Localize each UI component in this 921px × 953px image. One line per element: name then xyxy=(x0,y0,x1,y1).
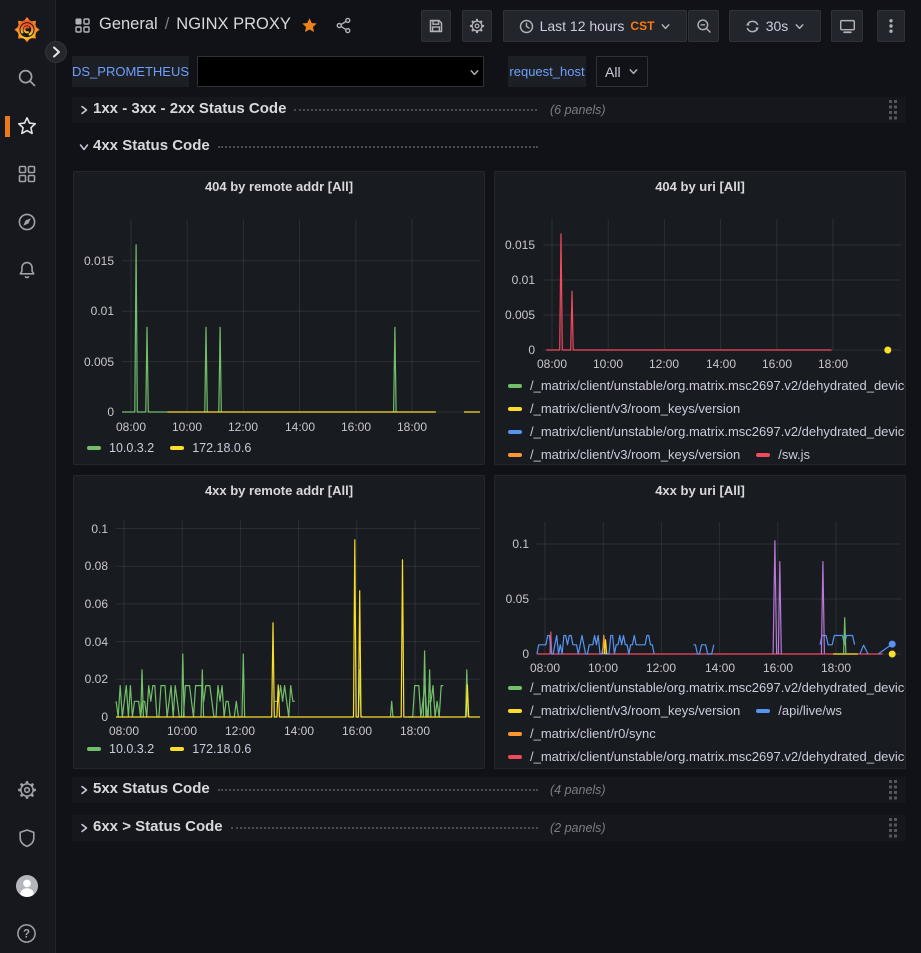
svg-text:?: ? xyxy=(23,929,30,941)
